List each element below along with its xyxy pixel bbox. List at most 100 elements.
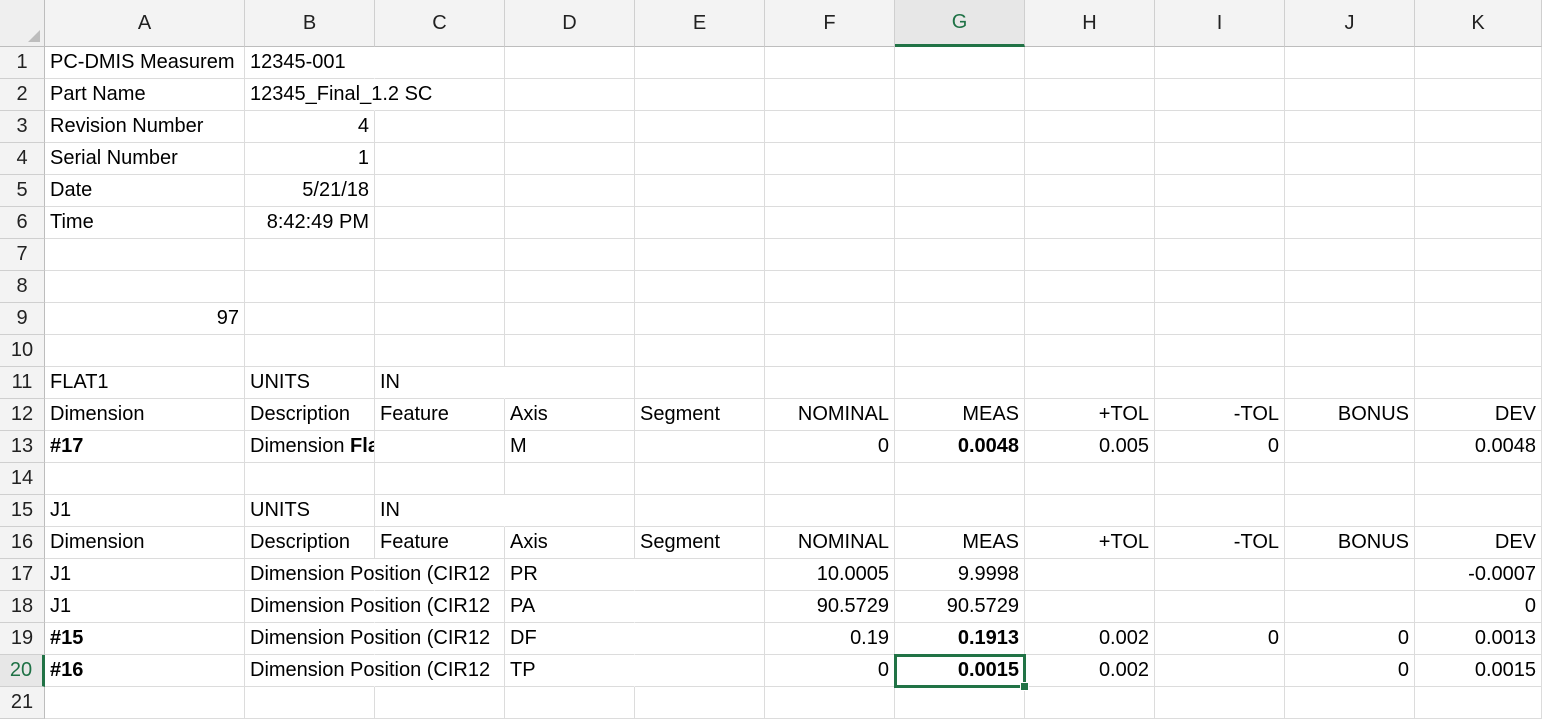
cell-e11[interactable] (635, 367, 765, 399)
cell-g2[interactable] (895, 79, 1025, 111)
cell-a3[interactable]: Revision Number (45, 111, 245, 143)
cell-k19[interactable]: 0.0013 (1415, 623, 1542, 655)
cell-a8[interactable] (45, 271, 245, 303)
cell-c8[interactable] (375, 271, 505, 303)
cell-b18[interactable]: Dimension Position (CIR12 (245, 591, 490, 623)
cell-g19[interactable]: 0.1913 (895, 623, 1025, 655)
cell-g16[interactable]: MEAS (895, 527, 1025, 559)
cell-j21[interactable] (1285, 687, 1415, 719)
cell-d1[interactable] (505, 47, 635, 79)
column-header-c[interactable]: C (375, 0, 505, 47)
column-header-i[interactable]: I (1155, 0, 1285, 47)
cell-f7[interactable] (765, 239, 895, 271)
cell-b10[interactable] (245, 335, 375, 367)
cell-f17[interactable]: 10.0005 (765, 559, 895, 591)
cell-b14[interactable] (245, 463, 375, 495)
cell-a18[interactable]: J1 (45, 591, 245, 623)
cell-f1[interactable] (765, 47, 895, 79)
cell-b4[interactable]: 1 (245, 143, 375, 175)
cell-a5[interactable]: Date (45, 175, 245, 207)
cell-c15[interactable]: IN (375, 495, 505, 527)
cell-h5[interactable] (1025, 175, 1155, 207)
column-header-e[interactable]: E (635, 0, 765, 47)
cell-a11[interactable]: FLAT1 (45, 367, 245, 399)
cell-i3[interactable] (1155, 111, 1285, 143)
cell-d7[interactable] (505, 239, 635, 271)
column-header-a[interactable]: A (45, 0, 245, 47)
cell-c9[interactable] (375, 303, 505, 335)
cell-b20[interactable]: Dimension Position (CIR12 (245, 655, 490, 687)
cell-a6[interactable]: Time (45, 207, 245, 239)
cell-d2[interactable] (505, 79, 635, 111)
cell-c7[interactable] (375, 239, 505, 271)
cell-d20[interactable]: TP (505, 655, 635, 687)
cell-d17[interactable]: PR (505, 559, 635, 591)
row-header-21[interactable]: 21 (0, 687, 45, 719)
cell-a1[interactable]: PC-DMIS Measurem (45, 47, 245, 79)
cell-h1[interactable] (1025, 47, 1155, 79)
cell-h14[interactable] (1025, 463, 1155, 495)
row-header-3[interactable]: 3 (0, 111, 45, 143)
row-header-12[interactable]: 12 (0, 399, 45, 431)
cell-b15[interactable]: UNITS (245, 495, 375, 527)
cell-k13[interactable]: 0.0048 (1415, 431, 1542, 463)
cell-i16[interactable]: -TOL (1155, 527, 1285, 559)
cell-b2[interactable]: 12345_Final_1.2 SC (245, 79, 432, 111)
cell-j20[interactable]: 0 (1285, 655, 1415, 687)
cell-a20[interactable]: #16 (45, 655, 245, 687)
row-header-11[interactable]: 11 (0, 367, 45, 399)
cell-a14[interactable] (45, 463, 245, 495)
cell-c11[interactable]: IN (375, 367, 505, 399)
cell-a10[interactable] (45, 335, 245, 367)
cell-k3[interactable] (1415, 111, 1542, 143)
cell-e18[interactable] (635, 591, 765, 623)
cell-d9[interactable] (505, 303, 635, 335)
cell-e6[interactable] (635, 207, 765, 239)
cell-j11[interactable] (1285, 367, 1415, 399)
cell-h20[interactable]: 0.002 (1025, 655, 1155, 687)
cell-i20[interactable] (1155, 655, 1285, 687)
cell-k17[interactable]: -0.0007 (1415, 559, 1542, 591)
cell-i12[interactable]: -TOL (1155, 399, 1285, 431)
row-header-20[interactable]: 20 (0, 655, 45, 687)
cell-c6[interactable] (375, 207, 505, 239)
cell-g8[interactable] (895, 271, 1025, 303)
cell-j19[interactable]: 0 (1285, 623, 1415, 655)
cell-h3[interactable] (1025, 111, 1155, 143)
cell-j12[interactable]: BONUS (1285, 399, 1415, 431)
cell-k8[interactable] (1415, 271, 1542, 303)
cell-a19[interactable]: #15 (45, 623, 245, 655)
cell-g10[interactable] (895, 335, 1025, 367)
cell-k21[interactable] (1415, 687, 1542, 719)
cell-b16[interactable]: Description (245, 527, 375, 559)
cell-e3[interactable] (635, 111, 765, 143)
cell-i8[interactable] (1155, 271, 1285, 303)
cell-h4[interactable] (1025, 143, 1155, 175)
cell-k18[interactable]: 0 (1415, 591, 1542, 623)
cell-b12[interactable]: Description (245, 399, 375, 431)
cell-g9[interactable] (895, 303, 1025, 335)
cell-e14[interactable] (635, 463, 765, 495)
cell-e9[interactable] (635, 303, 765, 335)
cell-j5[interactable] (1285, 175, 1415, 207)
cell-k1[interactable] (1415, 47, 1542, 79)
cell-k14[interactable] (1415, 463, 1542, 495)
cell-e17[interactable] (635, 559, 765, 591)
cell-j6[interactable] (1285, 207, 1415, 239)
cell-d19[interactable]: DF (505, 623, 635, 655)
cell-i1[interactable] (1155, 47, 1285, 79)
cell-i11[interactable] (1155, 367, 1285, 399)
row-header-18[interactable]: 18 (0, 591, 45, 623)
cell-e19[interactable] (635, 623, 765, 655)
cell-b9[interactable] (245, 303, 375, 335)
cell-h21[interactable] (1025, 687, 1155, 719)
cell-i15[interactable] (1155, 495, 1285, 527)
cell-h19[interactable]: 0.002 (1025, 623, 1155, 655)
cell-i7[interactable] (1155, 239, 1285, 271)
cell-e15[interactable] (635, 495, 765, 527)
cell-j17[interactable] (1285, 559, 1415, 591)
cell-b13[interactable]: Dimension Flatness (PLN2 (245, 431, 375, 463)
cell-h11[interactable] (1025, 367, 1155, 399)
cell-c21[interactable] (375, 687, 505, 719)
cell-h13[interactable]: 0.005 (1025, 431, 1155, 463)
